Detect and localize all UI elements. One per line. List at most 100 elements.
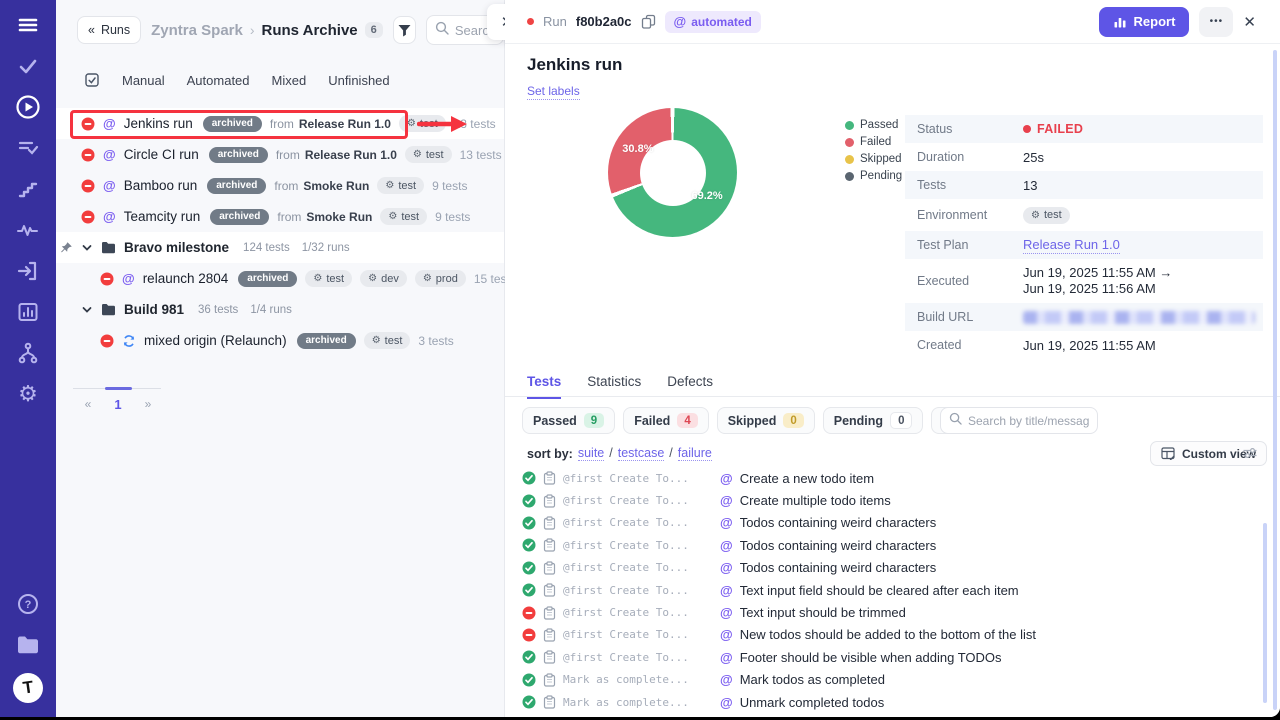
failed-status-icon — [522, 628, 536, 642]
pulse-activity-icon[interactable] — [15, 217, 41, 243]
legend-item-passed[interactable]: Passed — [845, 119, 902, 131]
passed-status-icon — [522, 561, 536, 575]
test-row[interactable]: @first Create To...@Todos containing wei… — [522, 512, 1258, 534]
test-row[interactable]: Mark as complete...@Unmark completed tod… — [522, 691, 1258, 713]
filter-pending-button[interactable]: Pending0 — [823, 407, 924, 434]
report-button[interactable]: Report — [1099, 7, 1190, 37]
runs-tab-unfinished[interactable]: Unfinished — [328, 73, 389, 88]
test-row[interactable]: @first Create To...@Create multiple todo… — [522, 489, 1258, 511]
run-row[interactable]: @Jenkins runarchivedfromRelease Run 1.0⚙… — [56, 108, 504, 139]
test-row[interactable]: @first Create To...@Todos containing wei… — [522, 534, 1258, 556]
run-row[interactable]: @Bamboo runarchivedfromSmoke Run⚙test9 t… — [56, 170, 504, 201]
more-options-button[interactable]: ••• — [1199, 7, 1233, 37]
milestones-steps-icon[interactable] — [15, 176, 41, 202]
tab-tests[interactable]: Tests — [527, 374, 561, 399]
testcase-clipboard-icon — [543, 650, 556, 664]
runs-tab-automated[interactable]: Automated — [187, 73, 250, 88]
archived-badge: archived — [203, 116, 262, 132]
test-row[interactable]: @first Create To...@New todos should be … — [522, 624, 1258, 646]
testcase-clipboard-icon — [543, 561, 556, 575]
gear-icon: ⚙ — [385, 180, 394, 191]
breadcrumb-project[interactable]: Zyntra Spark — [151, 22, 243, 39]
back-to-runs-button[interactable]: « Runs — [77, 16, 141, 44]
select-all-icon[interactable] — [84, 72, 100, 88]
legend-item-failed[interactable]: Failed — [845, 136, 902, 148]
test-suite: @first Create To... — [563, 494, 713, 507]
test-plan-name[interactable]: Release Run 1.0 — [305, 148, 397, 162]
settings-gear-icon[interactable]: ⚙ — [15, 381, 41, 407]
runs-play-icon[interactable] — [15, 94, 41, 120]
test-row[interactable]: Mark as complete...@Mark todos as comple… — [522, 669, 1258, 691]
runs-tab-manual[interactable]: Manual — [122, 73, 165, 88]
import-icon[interactable] — [15, 258, 41, 284]
tab-defects[interactable]: Defects — [667, 374, 713, 399]
test-row[interactable]: @first Create To...@Create a new todo it… — [522, 467, 1258, 489]
test-plan-name[interactable]: Smoke Run — [303, 179, 369, 193]
pagination-page-1[interactable]: 1 — [103, 397, 133, 412]
tests-list-scrollbar[interactable] — [1263, 523, 1267, 703]
plans-list-icon[interactable] — [15, 135, 41, 161]
run-row[interactable]: @Circle CI runarchivedfromRelease Run 1.… — [56, 139, 504, 170]
filter-button[interactable] — [393, 16, 416, 44]
test-title: Create a new todo item — [740, 471, 874, 486]
filter-failed-button[interactable]: Failed4 — [623, 407, 709, 434]
help-icon[interactable]: ? — [15, 591, 41, 617]
search-icon — [949, 412, 962, 430]
test-row[interactable]: @first Create To...@Text input field sho… — [522, 579, 1258, 601]
view-settings-sliders-icon[interactable] — [1242, 446, 1258, 465]
sort-by-suite[interactable]: suite — [578, 446, 604, 461]
slice-label: 69.2% — [691, 190, 722, 202]
pagination-active-indicator — [105, 387, 132, 390]
analytics-chart-icon[interactable] — [15, 299, 41, 325]
set-labels-link[interactable]: Set labels — [527, 84, 580, 100]
milestone-folder-row[interactable]: Bravo milestone124 tests1/32 runs — [56, 232, 504, 263]
gear-icon: ⚙ — [1031, 210, 1040, 221]
pagination-prev-button[interactable]: « — [73, 397, 103, 412]
failed-status-icon — [81, 210, 95, 224]
sort-by-testcase[interactable]: testcase — [618, 446, 665, 461]
tests-search-input[interactable] — [968, 414, 1089, 428]
legend-dot — [845, 138, 854, 147]
run-row[interactable]: @Teamcity runarchivedfromSmoke Run⚙test9… — [56, 201, 504, 232]
test-suite: @first Create To... — [563, 561, 713, 574]
test-row[interactable]: @first Create To...@Todos containing wei… — [522, 557, 1258, 579]
sort-by-failure[interactable]: failure — [678, 446, 712, 461]
legend-item-pending[interactable]: Pending — [845, 170, 902, 182]
test-plan-link[interactable]: Release Run 1.0 — [1023, 237, 1120, 254]
filter-skipped-button[interactable]: Skipped0 — [717, 407, 815, 434]
sort-separator: / — [669, 446, 672, 461]
panel-scrollbar[interactable] — [1273, 50, 1277, 710]
pagination-track — [73, 388, 161, 389]
runs-tab-mixed[interactable]: Mixed — [272, 73, 307, 88]
from-label: from — [277, 210, 301, 224]
branch-icon[interactable] — [15, 340, 41, 366]
run-title: Circle CI run — [124, 147, 199, 162]
copy-icon[interactable] — [641, 14, 656, 29]
detail-close-button[interactable]: ✕ — [1243, 13, 1256, 31]
menu-icon[interactable] — [15, 12, 41, 38]
avatar[interactable]: T — [13, 673, 43, 703]
runs-panel-header: « Runs Zyntra Spark › Runs Archive 6 ✕ — [77, 14, 504, 46]
test-plan-name[interactable]: Smoke Run — [306, 210, 372, 224]
pagination-next-button[interactable]: » — [133, 397, 163, 412]
env-badge: ⚙test — [305, 270, 352, 287]
tests-check-icon[interactable] — [15, 53, 41, 79]
filter-passed-button[interactable]: Passed9 — [522, 407, 615, 434]
folder-icon — [101, 303, 116, 316]
milestone-folder-row[interactable]: Build 98136 tests1/4 runs — [56, 294, 504, 325]
run-row[interactable]: mixed origin (Relaunch)archived⚙test3 te… — [56, 325, 504, 356]
run-row[interactable]: @relaunch 2804archived⚙test⚙dev⚙prod15 t… — [56, 263, 504, 294]
legend-item-skipped[interactable]: Skipped — [845, 153, 902, 165]
results-donut-chart: 69.2%30.8% — [608, 108, 737, 237]
test-row[interactable]: @first Create To...@Text input should be… — [522, 601, 1258, 623]
legend-label: Passed — [860, 119, 898, 131]
projects-folder-icon[interactable] — [15, 632, 41, 658]
tab-statistics[interactable]: Statistics — [587, 374, 641, 399]
automated-icon: @ — [720, 561, 733, 574]
run-title: Jenkins run — [124, 116, 193, 131]
test-plan-name[interactable]: Release Run 1.0 — [299, 117, 391, 131]
passed-status-icon — [522, 494, 536, 508]
test-row[interactable]: @first Create To...@Footer should be vis… — [522, 646, 1258, 668]
detail-field-row: Environment⚙test — [905, 199, 1263, 231]
filter-count-badge: 0 — [783, 413, 803, 428]
